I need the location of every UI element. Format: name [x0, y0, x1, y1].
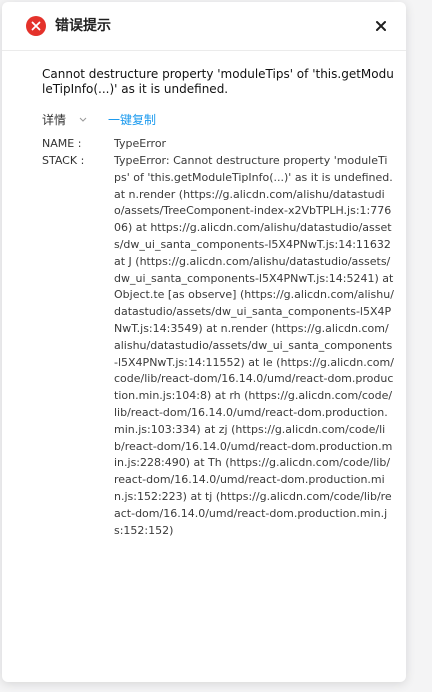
error-dialog: 错误提示 Cannot destructure property 'module… [2, 2, 406, 682]
dialog-title: 错误提示 [55, 18, 111, 34]
name-value: TypeError [114, 137, 167, 150]
dialog-header: 错误提示 [2, 2, 406, 51]
details-toolbar: 详情 一键复制 [42, 110, 156, 128]
details-toggle[interactable]: 详情 [42, 111, 66, 128]
error-icon [26, 16, 46, 36]
chevron-down-icon[interactable] [78, 114, 88, 124]
copy-button[interactable]: 一键复制 [108, 111, 156, 128]
close-icon [376, 21, 386, 31]
stack-value: TypeError: Cannot destructure property '… [114, 154, 394, 537]
close-button[interactable] [372, 17, 390, 35]
stack-label: STACK : [42, 154, 85, 167]
error-message: Cannot destructure property 'moduleTips'… [42, 67, 394, 96]
name-label: NAME : [42, 137, 82, 150]
